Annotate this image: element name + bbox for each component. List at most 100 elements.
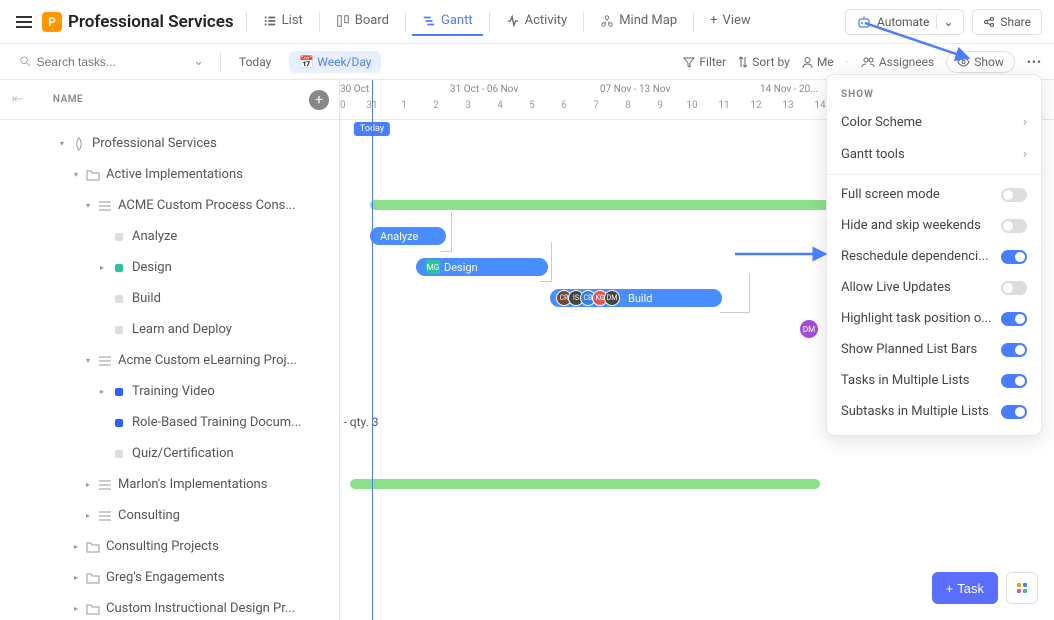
toggle-switch[interactable] (1001, 374, 1027, 388)
new-task-button[interactable]: + Task (932, 572, 998, 604)
day-label: 9 (644, 100, 676, 111)
filter-button[interactable]: Filter (683, 55, 726, 69)
plus-icon: + (946, 581, 954, 596)
caret-icon[interactable]: ▸ (86, 480, 94, 489)
toggle-switch[interactable] (1001, 281, 1027, 295)
tree-row[interactable]: ▾ Acme Custom eLearning Proj... (0, 345, 339, 376)
tree-row-label: Professional Services (92, 136, 217, 151)
tree-row[interactable]: ▸ Custom Instructional Design Pr... (0, 593, 339, 620)
tree-row-label: Consulting (118, 508, 180, 523)
tree-row[interactable]: ▸Learn and Deploy (0, 314, 339, 345)
tree-row[interactable]: ▸Marlon's Implementations (0, 469, 339, 500)
task-tree: ▾ Professional Services ▾Active Implementa… (0, 120, 339, 620)
show-button[interactable]: Show (946, 51, 1015, 73)
show-menu-item[interactable]: Gantt tools› (827, 138, 1041, 170)
gantt-summary-bar[interactable] (370, 200, 850, 210)
me-filter[interactable]: Me (802, 55, 834, 69)
view-tab-mindmap[interactable]: Mind Map (590, 7, 687, 36)
caret-icon[interactable]: ▸ (74, 573, 82, 582)
add-task-circle-button[interactable]: + (309, 90, 329, 110)
tree-row[interactable]: ▸Role-Based Training Docum... (0, 407, 339, 438)
caret-icon[interactable]: ▸ (74, 542, 82, 551)
caret-icon[interactable]: ▾ (74, 170, 82, 179)
gantt-milestone[interactable]: DM (800, 320, 818, 338)
app-launcher-button[interactable] (1006, 572, 1038, 604)
share-button[interactable]: Share (972, 9, 1042, 35)
toggle-switch[interactable] (1001, 343, 1027, 357)
view-tab-board[interactable]: Board (326, 7, 399, 36)
divider (246, 12, 247, 32)
caret-icon[interactable]: ▸ (86, 511, 94, 520)
column-name-header: NAME (53, 94, 83, 105)
tree-row[interactable]: ▸Design (0, 252, 339, 283)
tree-row[interactable]: ▸Analyze (0, 221, 339, 252)
caret-icon[interactable]: ▾ (86, 201, 94, 210)
collapse-icon[interactable]: ⇤ (12, 92, 23, 107)
show-menu-item[interactable]: Tasks in Multiple Lists (827, 365, 1041, 396)
bar-label: Design (444, 261, 478, 274)
tree-row[interactable]: ▸Training Video (0, 376, 339, 407)
divider (693, 12, 694, 32)
toggle-switch[interactable] (1001, 188, 1027, 202)
gantt-task-bar[interactable]: CRISCBKGDMBuild (550, 289, 722, 307)
toggle-switch[interactable] (1001, 250, 1027, 264)
show-menu-item[interactable]: Hide and skip weekends (827, 210, 1041, 241)
automate-button[interactable]: Automate ⌄ (845, 9, 964, 35)
view-tab-list[interactable]: List (253, 7, 313, 36)
caret-icon[interactable]: ▸ (100, 263, 108, 272)
view-tab-gantt[interactable]: Gantt (412, 7, 483, 36)
view-tab-activity[interactable]: Activity (496, 7, 578, 36)
tree-row[interactable]: ▸ Greg's Engagements (0, 562, 339, 593)
gantt-task-bar[interactable]: Analyze (370, 227, 446, 245)
task-sidebar: ⇤ NAME + ▾ Professional Services ▾Active I… (0, 80, 340, 620)
tree-row-label: Greg's Engagements (106, 570, 225, 585)
list-icon (98, 509, 112, 523)
share-label: Share (1000, 15, 1031, 29)
menu-item-label: Hide and skip weekends (841, 218, 981, 233)
caret-icon[interactable]: ▸ (74, 604, 82, 613)
tree-row[interactable]: ▾ Professional Services (0, 128, 339, 159)
more-menu[interactable]: ••• (1027, 55, 1042, 69)
chevron-down-icon[interactable]: ⌄ (193, 54, 204, 69)
divider (583, 12, 584, 32)
show-menu-item[interactable]: Show Planned List Bars (827, 334, 1041, 365)
show-menu-item[interactable]: Allow Live Updates (827, 272, 1041, 303)
tree-row[interactable]: ▸ Consulting (0, 500, 339, 531)
show-menu-item[interactable]: Subtasks in Multiple Lists (827, 396, 1041, 427)
menu-icon[interactable] (12, 12, 36, 32)
day-label: 2 (420, 100, 452, 111)
tree-row-label: Acme Custom eLearning Proj... (118, 353, 297, 368)
show-menu-item[interactable]: Full screen mode (827, 179, 1041, 210)
add-view-button[interactable]: + View (700, 7, 761, 36)
new-task-label: Task (957, 581, 984, 596)
automate-label: Automate (877, 15, 929, 29)
today-button[interactable]: Today (229, 51, 281, 73)
caret-icon[interactable]: ▸ (100, 387, 108, 396)
show-menu-item[interactable]: Color Scheme› (827, 106, 1041, 138)
status-icon (112, 416, 126, 430)
show-menu-item[interactable]: Reschedule dependenci... (827, 241, 1041, 272)
sort-icon (738, 56, 748, 68)
toggle-switch[interactable] (1001, 312, 1027, 326)
gantt-task-bar[interactable]: MGDesign (416, 258, 548, 276)
show-menu-item[interactable]: Highlight task position o... (827, 303, 1041, 334)
sortby-button[interactable]: Sort by (738, 55, 790, 69)
weekday-toggle[interactable]: 📅 Week/Day (289, 51, 381, 73)
tree-row[interactable]: ▸Quiz/Certification (0, 438, 339, 469)
week-label: 07 Nov - 13 Nov (600, 80, 670, 95)
share-icon (983, 16, 995, 28)
toggle-switch[interactable] (1001, 219, 1027, 233)
assignees-filter[interactable]: Assignees (861, 55, 934, 69)
toggle-switch[interactable] (1001, 405, 1027, 419)
tree-row-label: Custom Instructional Design Pr... (106, 601, 295, 616)
search-input[interactable] (37, 55, 187, 69)
search-box[interactable]: ⌄ (12, 50, 212, 73)
tree-row[interactable]: ▾Active Implementations (0, 159, 339, 190)
caret-icon[interactable]: ▾ (86, 356, 94, 365)
tree-row[interactable]: ▾ACME Custom Process Cons... (0, 190, 339, 221)
show-settings-menu[interactable]: SHOW Color Scheme›Gantt tools›Full scree… (826, 74, 1042, 436)
tree-row[interactable]: ▸Build (0, 283, 339, 314)
gantt-summary-bar[interactable] (350, 479, 820, 489)
caret-icon[interactable]: ▾ (60, 139, 68, 148)
tree-row[interactable]: ▸Consulting Projects (0, 531, 339, 562)
